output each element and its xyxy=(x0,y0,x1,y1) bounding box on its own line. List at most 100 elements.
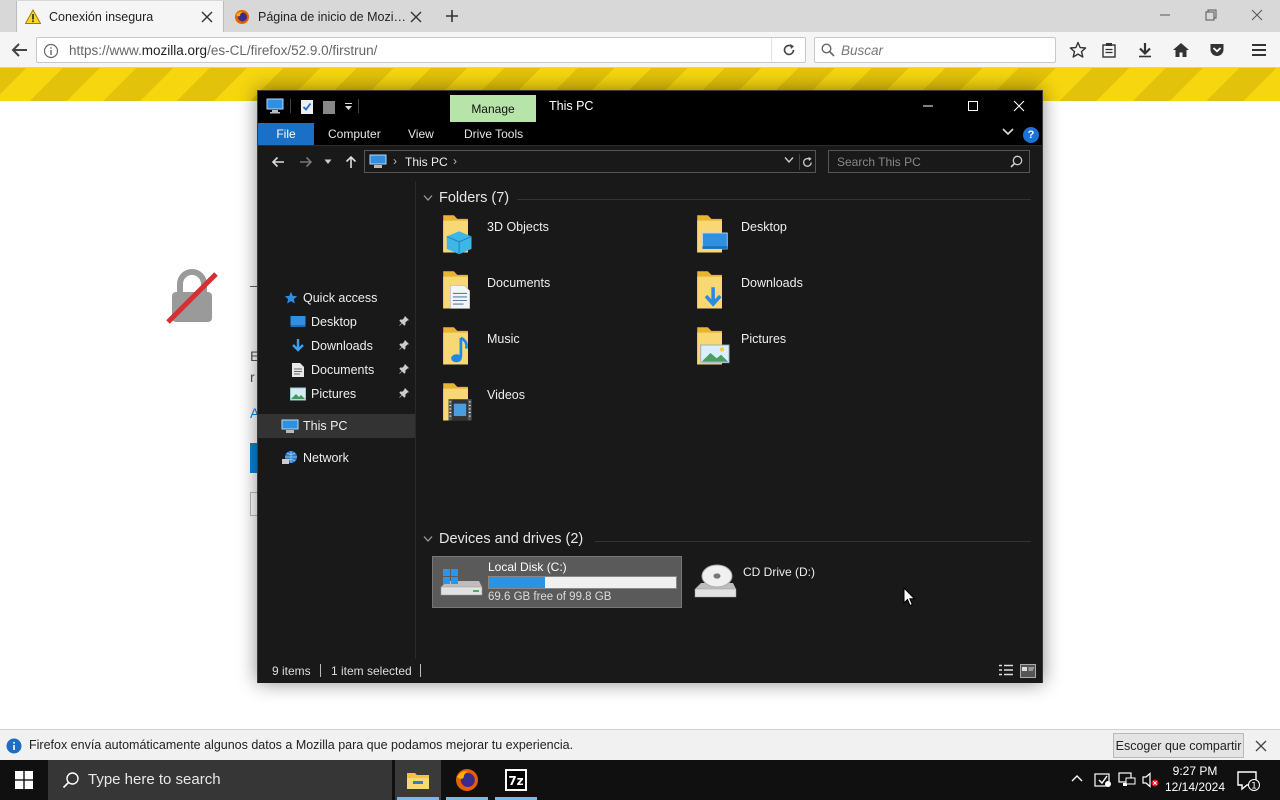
drive-local-disk-c[interactable]: Local Disk (C:) 69.6 GB free of 99.8 GB xyxy=(432,556,682,608)
desktop-icon xyxy=(289,313,307,331)
ribbon-tab-view[interactable]: View xyxy=(394,123,448,145)
reload-button[interactable] xyxy=(771,38,805,62)
pin-icon[interactable] xyxy=(399,316,409,326)
explorer-close-button[interactable] xyxy=(996,91,1042,121)
folders-group-header[interactable]: Folders (7) xyxy=(423,190,509,206)
taskbar-7zip[interactable]: 7z xyxy=(493,760,539,800)
nav-network[interactable]: Network xyxy=(258,446,415,470)
nav-pictures[interactable]: Pictures xyxy=(258,382,415,406)
start-button[interactable] xyxy=(0,760,48,800)
choose-what-to-share-button[interactable]: Escoger que compartir xyxy=(1113,733,1244,758)
status-separator xyxy=(420,664,421,677)
expand-ribbon-chevron-icon[interactable] xyxy=(1002,127,1014,137)
show-hidden-icons-chevron-icon[interactable] xyxy=(1071,774,1083,782)
url-bar[interactable]: https://www.mozilla.org/es-CL/firefox/52… xyxy=(36,37,806,63)
drive-free-space: 69.6 GB free of 99.8 GB xyxy=(488,591,612,603)
explorer-minimize-button[interactable] xyxy=(905,91,951,121)
notification-close-button[interactable] xyxy=(1252,737,1270,755)
3d-objects-folder-icon xyxy=(439,210,481,256)
tab-insecure-connection[interactable]: Conexión insegura xyxy=(16,1,224,32)
breadcrumb-chevron-icon[interactable]: › xyxy=(393,154,397,168)
devices-group-header[interactable]: Devices and drives (2) xyxy=(423,531,583,547)
drive-cd-d[interactable]: CD Drive (D:) xyxy=(689,556,939,608)
explorer-address-bar[interactable]: › This PC › xyxy=(364,150,816,173)
reading-list-button[interactable] xyxy=(1095,37,1123,63)
status-selected-count: 1 item selected xyxy=(331,664,412,678)
browser-close-button[interactable] xyxy=(1234,0,1280,30)
refresh-button[interactable] xyxy=(799,154,815,170)
warning-icon xyxy=(25,8,41,25)
pin-icon[interactable] xyxy=(399,388,409,398)
explorer-search-placeholder: Search This PC xyxy=(837,155,921,169)
nav-this-pc[interactable]: This PC xyxy=(258,414,415,438)
manage-contextual-tab[interactable]: Manage xyxy=(450,95,536,122)
volume-muted-icon[interactable] xyxy=(1142,772,1160,788)
up-level-button[interactable] xyxy=(341,152,361,172)
tab-close-icon[interactable] xyxy=(199,9,215,25)
explorer-content-pane: Folders (7) 3D Objects Desktop Documents Do… xyxy=(417,181,1042,659)
group-divider xyxy=(595,541,1031,542)
star-icon xyxy=(1069,41,1087,58)
new-tab-button[interactable] xyxy=(440,4,464,28)
nav-downloads[interactable]: Downloads xyxy=(258,334,415,358)
tiles-view-button[interactable] xyxy=(1020,664,1036,678)
action-center-button[interactable]: 1 xyxy=(1236,770,1260,792)
network-tray-icon[interactable] xyxy=(1118,772,1136,788)
search-bar[interactable]: Buscar xyxy=(814,37,1056,63)
details-view-button[interactable] xyxy=(998,664,1014,676)
taskbar-search-box[interactable]: Type here to search xyxy=(48,760,392,800)
recent-locations-button[interactable] xyxy=(320,152,336,172)
folder-tile[interactable]: Pictures xyxy=(671,322,921,374)
browser-minimize-button[interactable] xyxy=(1142,0,1188,30)
address-dropdown-icon[interactable] xyxy=(784,156,794,164)
explorer-maximize-button[interactable] xyxy=(950,91,996,121)
nav-documents[interactable]: Documents xyxy=(258,358,415,382)
reload-icon xyxy=(783,44,794,56)
explorer-back-button[interactable] xyxy=(268,152,288,172)
taskbar-firefox[interactable] xyxy=(444,760,490,800)
explorer-forward-button[interactable] xyxy=(296,152,316,172)
taskbar-clock[interactable]: 9:27 PM 12/14/2024 xyxy=(1160,763,1230,795)
new-folder-icon[interactable] xyxy=(322,99,336,115)
ribbon-tab-computer[interactable]: Computer xyxy=(314,123,395,145)
folder-tile[interactable]: Downloads xyxy=(671,266,921,318)
nav-desktop[interactable]: Desktop xyxy=(258,310,415,334)
bookmark-star-button[interactable] xyxy=(1064,37,1092,63)
help-button[interactable]: ? xyxy=(1023,127,1039,143)
browser-restore-button[interactable] xyxy=(1188,0,1234,30)
pocket-button[interactable] xyxy=(1203,37,1231,63)
tab-close-icon[interactable] xyxy=(408,9,424,25)
explorer-title-bar: Manage This PC xyxy=(258,91,1042,123)
taskbar-file-explorer[interactable] xyxy=(395,760,441,800)
folder-tile[interactable]: Desktop xyxy=(671,210,921,262)
nav-quick-access[interactable]: Quick access xyxy=(258,286,415,310)
url-text[interactable]: https://www.mozilla.org/es-CL/firefox/52… xyxy=(69,43,377,58)
group-divider xyxy=(517,199,1031,200)
group-title: Devices and drives (2) xyxy=(439,531,584,547)
folder-tile[interactable]: Documents xyxy=(417,266,667,318)
nav-label: Pictures xyxy=(311,387,357,401)
mouse-cursor-icon xyxy=(903,587,917,607)
menu-button[interactable] xyxy=(1245,37,1273,63)
pin-icon[interactable] xyxy=(399,340,409,350)
breadcrumb-this-pc[interactable]: This PC xyxy=(405,155,448,169)
downloads-button[interactable] xyxy=(1131,37,1159,63)
ribbon-tab-drive-tools[interactable]: Drive Tools xyxy=(450,123,537,145)
folder-name: Music xyxy=(487,332,520,346)
pin-icon[interactable] xyxy=(399,364,409,374)
back-button[interactable] xyxy=(6,37,34,63)
security-tray-icon[interactable] xyxy=(1094,772,1112,788)
explorer-search-box[interactable]: Search This PC xyxy=(828,150,1030,173)
folder-tile[interactable]: Videos xyxy=(417,378,667,430)
breadcrumb-chevron-icon[interactable]: › xyxy=(453,154,457,168)
qat-dropdown-icon[interactable] xyxy=(344,103,353,111)
tab-mozilla-home[interactable]: Página de inicio de Mozill... xyxy=(226,1,432,32)
svg-text:7z: 7z xyxy=(508,774,523,788)
folder-tile[interactable]: 3D Objects xyxy=(417,210,667,262)
folder-tile[interactable]: Music xyxy=(417,322,667,374)
home-button[interactable] xyxy=(1167,37,1195,63)
site-info-icon[interactable] xyxy=(43,43,59,59)
search-icon xyxy=(62,771,80,789)
properties-icon[interactable] xyxy=(300,99,314,115)
ribbon-tab-file[interactable]: File xyxy=(258,123,314,145)
